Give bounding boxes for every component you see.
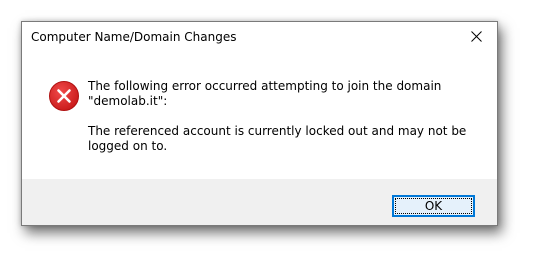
dialog-footer: OK bbox=[22, 179, 497, 225]
ok-button[interactable]: OK bbox=[392, 195, 475, 217]
error-dialog: Computer Name/Domain Changes The followi… bbox=[21, 21, 498, 226]
close-button[interactable] bbox=[457, 22, 497, 52]
error-message-line1: The following error occurred attempting … bbox=[88, 79, 442, 108]
close-icon bbox=[471, 31, 482, 42]
error-message: The following error occurred attempting … bbox=[88, 79, 484, 154]
dialog-content: The following error occurred attempting … bbox=[22, 53, 497, 179]
window-title: Computer Name/Domain Changes bbox=[31, 30, 237, 44]
error-message-line2: The referenced account is currently lock… bbox=[88, 124, 467, 153]
title-bar[interactable]: Computer Name/Domain Changes bbox=[22, 22, 497, 53]
error-icon bbox=[49, 81, 79, 111]
